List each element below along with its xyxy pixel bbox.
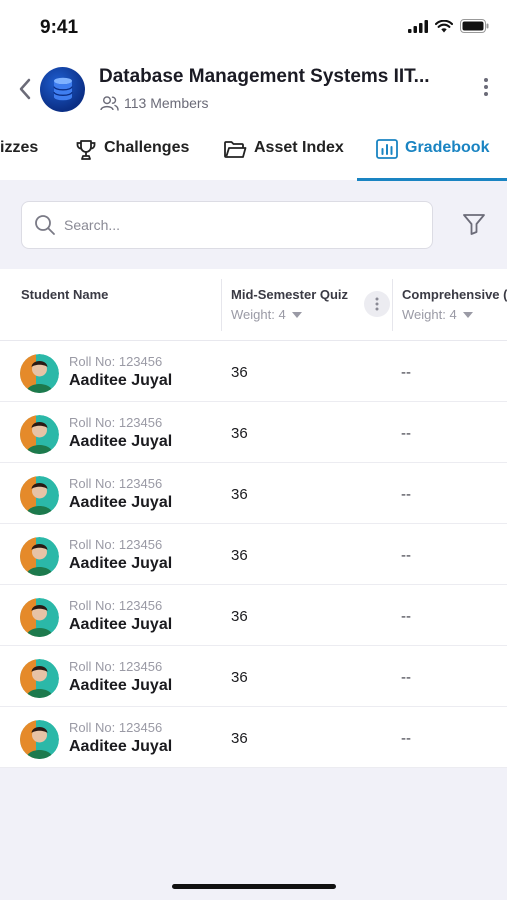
comprehensive-score[interactable]: --: [401, 364, 411, 381]
table-row[interactable]: Roll No: 123456 Aaditee Juyal 36 --: [0, 402, 507, 463]
column-label: Comprehensive (: [402, 287, 507, 302]
tab-challenges[interactable]: Challenges: [75, 135, 189, 181]
search-box[interactable]: [21, 201, 433, 249]
caret-down-icon: [462, 311, 473, 318]
mid-semester-score[interactable]: 36: [231, 425, 248, 442]
tab-bar: izzes Challenges Asset Index Gradebook: [0, 135, 507, 181]
weight-label: Weight: 4: [402, 307, 457, 322]
back-chevron-icon[interactable]: [18, 76, 32, 102]
mid-semester-score[interactable]: 36: [231, 364, 248, 381]
tab-quizzes-label: izzes: [0, 139, 39, 156]
members-icon: [100, 95, 119, 111]
comprehensive-score[interactable]: --: [401, 547, 411, 564]
table-header: Student Name Mid-Semester Quiz Weight: 4…: [0, 269, 507, 341]
members-count[interactable]: 113 Members: [100, 95, 209, 111]
student-name: Aaditee Juyal: [69, 677, 173, 694]
roll-number: Roll No: 123456: [69, 537, 163, 552]
members-label: 113 Members: [124, 95, 209, 111]
student-avatar: [20, 476, 59, 515]
student-name: Aaditee Juyal: [69, 494, 173, 511]
mid-semester-score[interactable]: 36: [231, 669, 248, 686]
roll-number: Roll No: 123456: [69, 598, 163, 613]
column-divider: [392, 279, 393, 331]
tab-challenges-label: Challenges: [104, 139, 190, 156]
roll-number: Roll No: 123456: [69, 354, 163, 369]
table-row[interactable]: Roll No: 123456 Aaditee Juyal 36 --: [0, 463, 507, 524]
status-time: 9:41: [40, 17, 79, 38]
top-panel: 9:41 Database Management Systems IIT... …: [0, 0, 507, 181]
student-name: Aaditee Juyal: [69, 555, 173, 572]
tab-gradebook-label: Gradebook: [405, 139, 490, 156]
tab-gradebook[interactable]: Gradebook: [376, 135, 489, 181]
gradebook-chart-icon: [376, 139, 398, 159]
gradebook-table: Student Name Mid-Semester Quiz Weight: 4…: [0, 269, 507, 768]
tab-quizzes[interactable]: izzes: [0, 135, 38, 181]
column-divider: [221, 279, 222, 331]
student-avatar: [20, 598, 59, 637]
table-body: Roll No: 123456 Aaditee Juyal 36 -- Roll…: [0, 341, 507, 768]
status-bar: 9:41: [0, 0, 507, 56]
student-avatar: [20, 415, 59, 454]
column-menu-button[interactable]: [364, 291, 390, 317]
filter-icon[interactable]: [462, 213, 486, 235]
trophy-icon: [76, 140, 96, 160]
group-title: Database Management Systems IIT...: [99, 66, 430, 87]
folder-icon: [224, 141, 247, 158]
mid-semester-score[interactable]: 36: [231, 730, 248, 747]
battery-icon: [460, 19, 489, 33]
student-name: Aaditee Juyal: [69, 433, 173, 450]
roll-number: Roll No: 123456: [69, 476, 163, 491]
comprehensive-score[interactable]: --: [401, 730, 411, 747]
student-name: Aaditee Juyal: [69, 616, 173, 633]
roll-number: Roll No: 123456: [69, 720, 163, 735]
student-name: Aaditee Juyal: [69, 738, 173, 755]
weight-dropdown[interactable]: Weight: 4: [402, 307, 473, 322]
table-row[interactable]: Roll No: 123456 Aaditee Juyal 36 --: [0, 646, 507, 707]
wifi-icon: [435, 19, 453, 32]
database-icon: [52, 77, 73, 100]
student-name: Aaditee Juyal: [69, 372, 173, 389]
student-avatar: [20, 354, 59, 393]
table-row[interactable]: Roll No: 123456 Aaditee Juyal 36 --: [0, 341, 507, 402]
table-row[interactable]: Roll No: 123456 Aaditee Juyal 36 --: [0, 524, 507, 585]
tab-asset-index-label: Asset Index: [254, 139, 344, 156]
table-row[interactable]: Roll No: 123456 Aaditee Juyal 36 --: [0, 585, 507, 646]
home-indicator[interactable]: [172, 884, 336, 889]
table-row[interactable]: Roll No: 123456 Aaditee Juyal 36 --: [0, 707, 507, 768]
student-avatar: [20, 720, 59, 759]
mid-semester-score[interactable]: 36: [231, 486, 248, 503]
more-vertical-icon: [375, 297, 379, 311]
comprehensive-score[interactable]: --: [401, 486, 411, 503]
caret-down-icon: [291, 311, 302, 318]
mid-semester-score[interactable]: 36: [231, 547, 248, 564]
search-icon: [35, 215, 55, 235]
weight-dropdown[interactable]: Weight: 4: [231, 307, 302, 322]
comprehensive-score[interactable]: --: [401, 669, 411, 686]
roll-number: Roll No: 123456: [69, 659, 163, 674]
comprehensive-score[interactable]: --: [401, 608, 411, 625]
status-icons: [408, 19, 489, 33]
group-avatar: [40, 67, 85, 112]
comprehensive-score[interactable]: --: [401, 425, 411, 442]
student-avatar: [20, 537, 59, 576]
search-input[interactable]: [64, 217, 404, 233]
column-label: Student Name: [21, 287, 109, 302]
student-avatar: [20, 659, 59, 698]
signal-icon: [408, 19, 428, 33]
weight-label: Weight: 4: [231, 307, 286, 322]
search-row: [0, 181, 507, 269]
tab-asset-index[interactable]: Asset Index: [223, 135, 344, 181]
group-header: Database Management Systems IIT... 113 M…: [0, 62, 507, 122]
roll-number: Roll No: 123456: [69, 415, 163, 430]
column-label: Mid-Semester Quiz: [231, 287, 349, 302]
more-vertical-icon[interactable]: [483, 76, 489, 98]
mid-semester-score[interactable]: 36: [231, 608, 248, 625]
